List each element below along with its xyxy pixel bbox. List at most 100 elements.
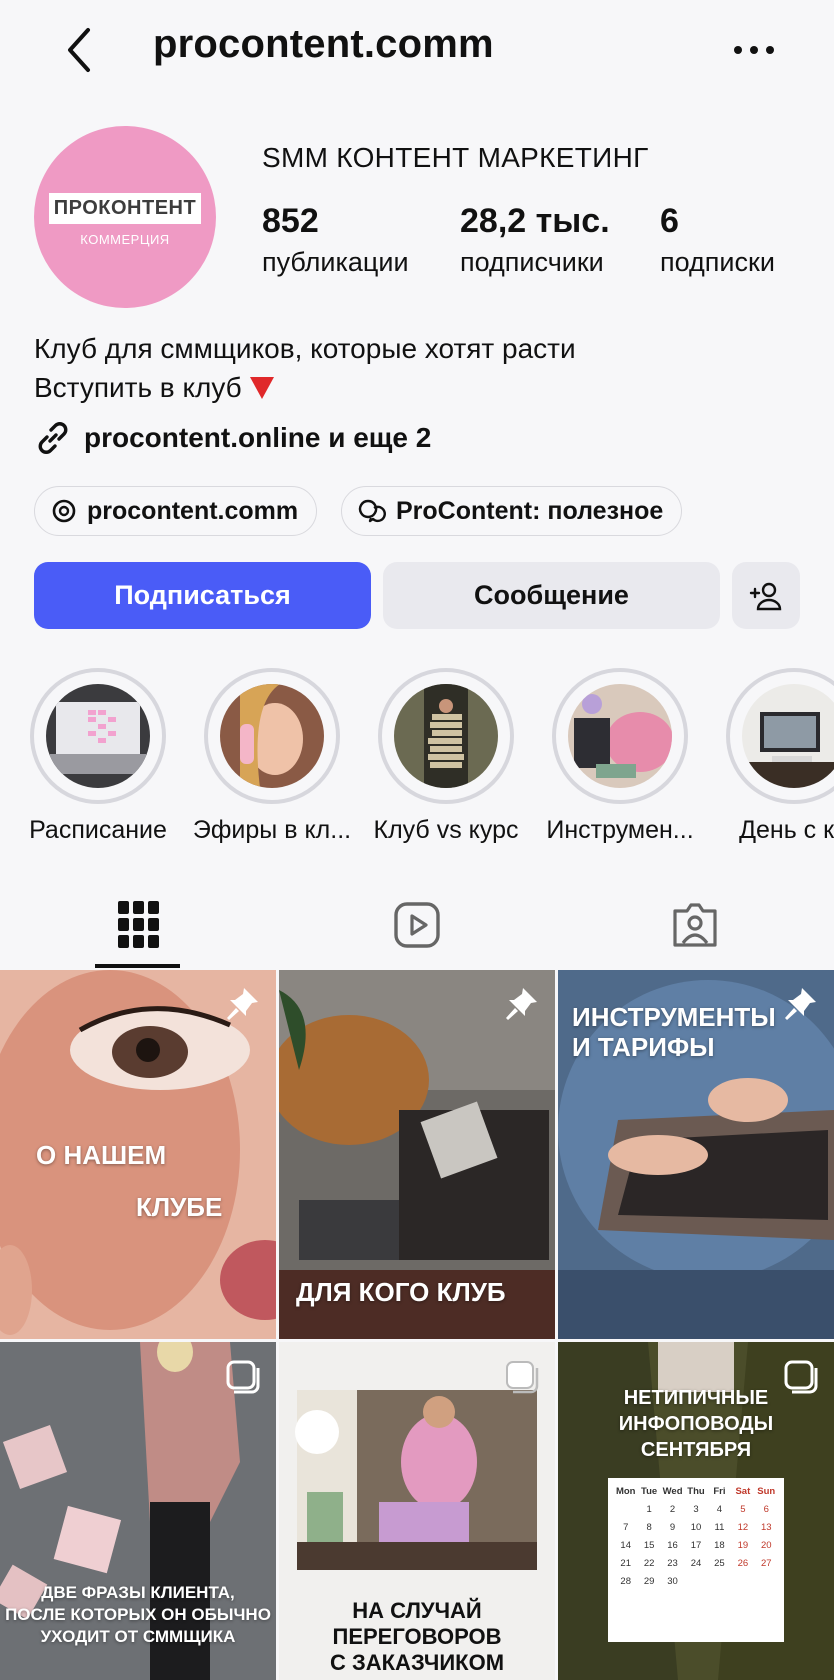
calendar-date: 21 [620, 1558, 631, 1569]
calendar-day-header: Thu [687, 1486, 705, 1497]
add-person-icon [749, 582, 782, 610]
highlight-ring [726, 668, 834, 804]
calendar-date: 30 [667, 1576, 678, 1587]
threads-pill-label: procontent.comm [87, 496, 299, 525]
carousel-icon [506, 1361, 539, 1394]
pin-icon [506, 988, 537, 1020]
stat-following[interactable]: 6 подписки [660, 198, 775, 280]
post-tile[interactable]: НА СЛУЧАЙ ПЕРЕГОВОРОВ С ЗАКАЗЧИКОМ [279, 1342, 555, 1680]
post-caption: ИНСТРУМЕНТЫ [572, 1002, 776, 1032]
active-tab-indicator [95, 964, 180, 968]
tagged-icon [673, 903, 717, 947]
external-link[interactable]: procontent.online и еще 2 [34, 418, 431, 458]
top-bar: procontent.comm [0, 0, 834, 100]
threads-pill[interactable]: procontent.comm [34, 486, 318, 536]
calendar-date [755, 1576, 778, 1587]
calendar-date: 8 [646, 1522, 652, 1533]
channel-pill-label: ProContent: полезное [396, 496, 664, 525]
stat-followers[interactable]: 28,2 тыс. подписчики [460, 198, 610, 280]
calendar-date: 16 [667, 1540, 678, 1551]
stat-label: подписчики [460, 247, 604, 277]
calendar-date: 18 [714, 1540, 725, 1551]
calendar-date: 20 [760, 1540, 772, 1551]
post-caption: С ЗАКАЗЧИКОМ [329, 1650, 505, 1675]
broadcast-channel-icon [358, 499, 386, 523]
tab-reels[interactable] [278, 880, 556, 970]
follow-button[interactable]: Подписаться [34, 562, 371, 629]
post-caption: СЕНТЯБРЯ [640, 1439, 752, 1461]
post-tile[interactable]: ИНСТРУМЕНТЫ И ТАРИФЫ [558, 970, 834, 1339]
link-icon [38, 422, 68, 454]
calendar: Mon Tue Wed Thu Fri Sat Sun 1 2 3 4 5 6 7 8 9 10 11 12 13 14… [608, 1478, 784, 1642]
calendar-date: 15 [643, 1540, 655, 1551]
stat-value: 852 [262, 202, 319, 240]
calendar-date: 12 [737, 1522, 749, 1533]
calendar-date: 29 [643, 1576, 655, 1587]
calendar-day-header: Wed [662, 1486, 683, 1497]
calendar-date: 26 [737, 1558, 749, 1569]
avatar-logo-box: ПРОКОНТЕНТ [49, 193, 201, 224]
external-link-label: procontent.online и еще 2 [84, 422, 432, 453]
highlight-label: Эфиры в кл... [192, 816, 352, 844]
calendar-grid: Mon Tue Wed Thu Fri Sat Sun 1 2 3 4 5 6 7 8 9 10 11 12 13 14… [614, 1486, 778, 1587]
highlight-thumbnail [394, 684, 498, 788]
bio-line: Вступить в клуб [34, 372, 274, 404]
calendar-date: 11 [714, 1522, 725, 1533]
calendar-date: 9 [669, 1522, 676, 1533]
stat-label: подписки [660, 247, 775, 277]
calendar-date: 28 [620, 1576, 631, 1587]
red-triangle-icon [249, 377, 274, 399]
post-tile[interactable]: ДЛЯ КОГО КЛУБ [279, 970, 555, 1339]
stat-posts[interactable]: 852 публикации [262, 198, 409, 280]
avatar[interactable]: ПРОКОНТЕНТ КОММЕРЦИЯ [34, 126, 216, 308]
highlight-label: День с кл [739, 816, 834, 844]
calendar-date: 27 [760, 1558, 772, 1569]
calendar-date: 7 [623, 1522, 629, 1533]
stat-value: 6 [660, 202, 679, 240]
bio-line: Клуб для сммщиков, которые хотят расти [34, 333, 576, 364]
calendar-date: 22 [643, 1558, 655, 1569]
post-tile[interactable]: О НАШЕМ КЛУБЕ [0, 970, 276, 1339]
highlight-thumbnail [220, 684, 324, 788]
calendar-day-header: Fri [713, 1486, 726, 1497]
calendar-date [731, 1576, 754, 1587]
highlight-ring [552, 668, 688, 804]
post-caption: НА СЛУЧАЙ [352, 1598, 482, 1623]
back-arrow-icon[interactable] [60, 24, 104, 76]
carousel-icon [226, 1360, 260, 1394]
calendar-date [684, 1576, 707, 1587]
avatar-logo-subtitle: КОММЕРЦИЯ [80, 232, 170, 247]
bio-text: Вступить в клуб [34, 372, 242, 403]
tab-tagged[interactable] [556, 880, 834, 970]
pin-icon [785, 988, 816, 1020]
profile-tabs [0, 880, 834, 970]
tab-grid[interactable] [0, 880, 278, 970]
post-caption: И ТАРИФЫ [572, 1032, 715, 1062]
post-grid: О НАШЕМ КЛУБЕ ДЛЯ КОГО КЛУБ ИНСТРУМЕНТЫ … [0, 970, 834, 1680]
highlight-thumbnail [742, 684, 834, 788]
highlight-ring [204, 668, 340, 804]
highlight-label: Расписание [29, 816, 167, 844]
calendar-day-header: Sat [735, 1486, 751, 1497]
calendar-date: 17 [690, 1540, 702, 1551]
calendar-date: 10 [690, 1522, 702, 1533]
calendar-date: 25 [714, 1558, 725, 1569]
post-tile[interactable]: НЕТИПИЧНЫЕ ИНФОПОВОДЫ СЕНТЯБРЯ Mon Tue Wed… [558, 1342, 834, 1680]
channel-pill[interactable]: ProContent: полезное [341, 486, 683, 536]
message-button[interactable]: Сообщение [383, 562, 720, 629]
calendar-date: 13 [760, 1522, 772, 1533]
calendar-date: 14 [620, 1540, 631, 1551]
calendar-date: 6 [763, 1504, 769, 1515]
highlight-ring [30, 668, 166, 804]
calendar-date [708, 1576, 731, 1587]
suggest-users-button[interactable] [732, 562, 800, 629]
more-options-icon[interactable] [730, 28, 778, 72]
post-tile[interactable]: ДВЕ ФРАЗЫ КЛИЕНТА, ПОСЛЕ КОТОРЫХ ОН ОБЫЧ… [0, 1342, 276, 1680]
calendar-date: 24 [690, 1558, 702, 1569]
post-caption: ПЕРЕГОВОРОВ [332, 1624, 502, 1649]
stat-value: 28,2 тыс. [460, 202, 610, 240]
calendar-date: 4 [716, 1504, 723, 1515]
calendar-date: 5 [740, 1504, 746, 1515]
calendar-day-header: Tue [641, 1486, 658, 1497]
calendar-date: 23 [667, 1558, 678, 1569]
